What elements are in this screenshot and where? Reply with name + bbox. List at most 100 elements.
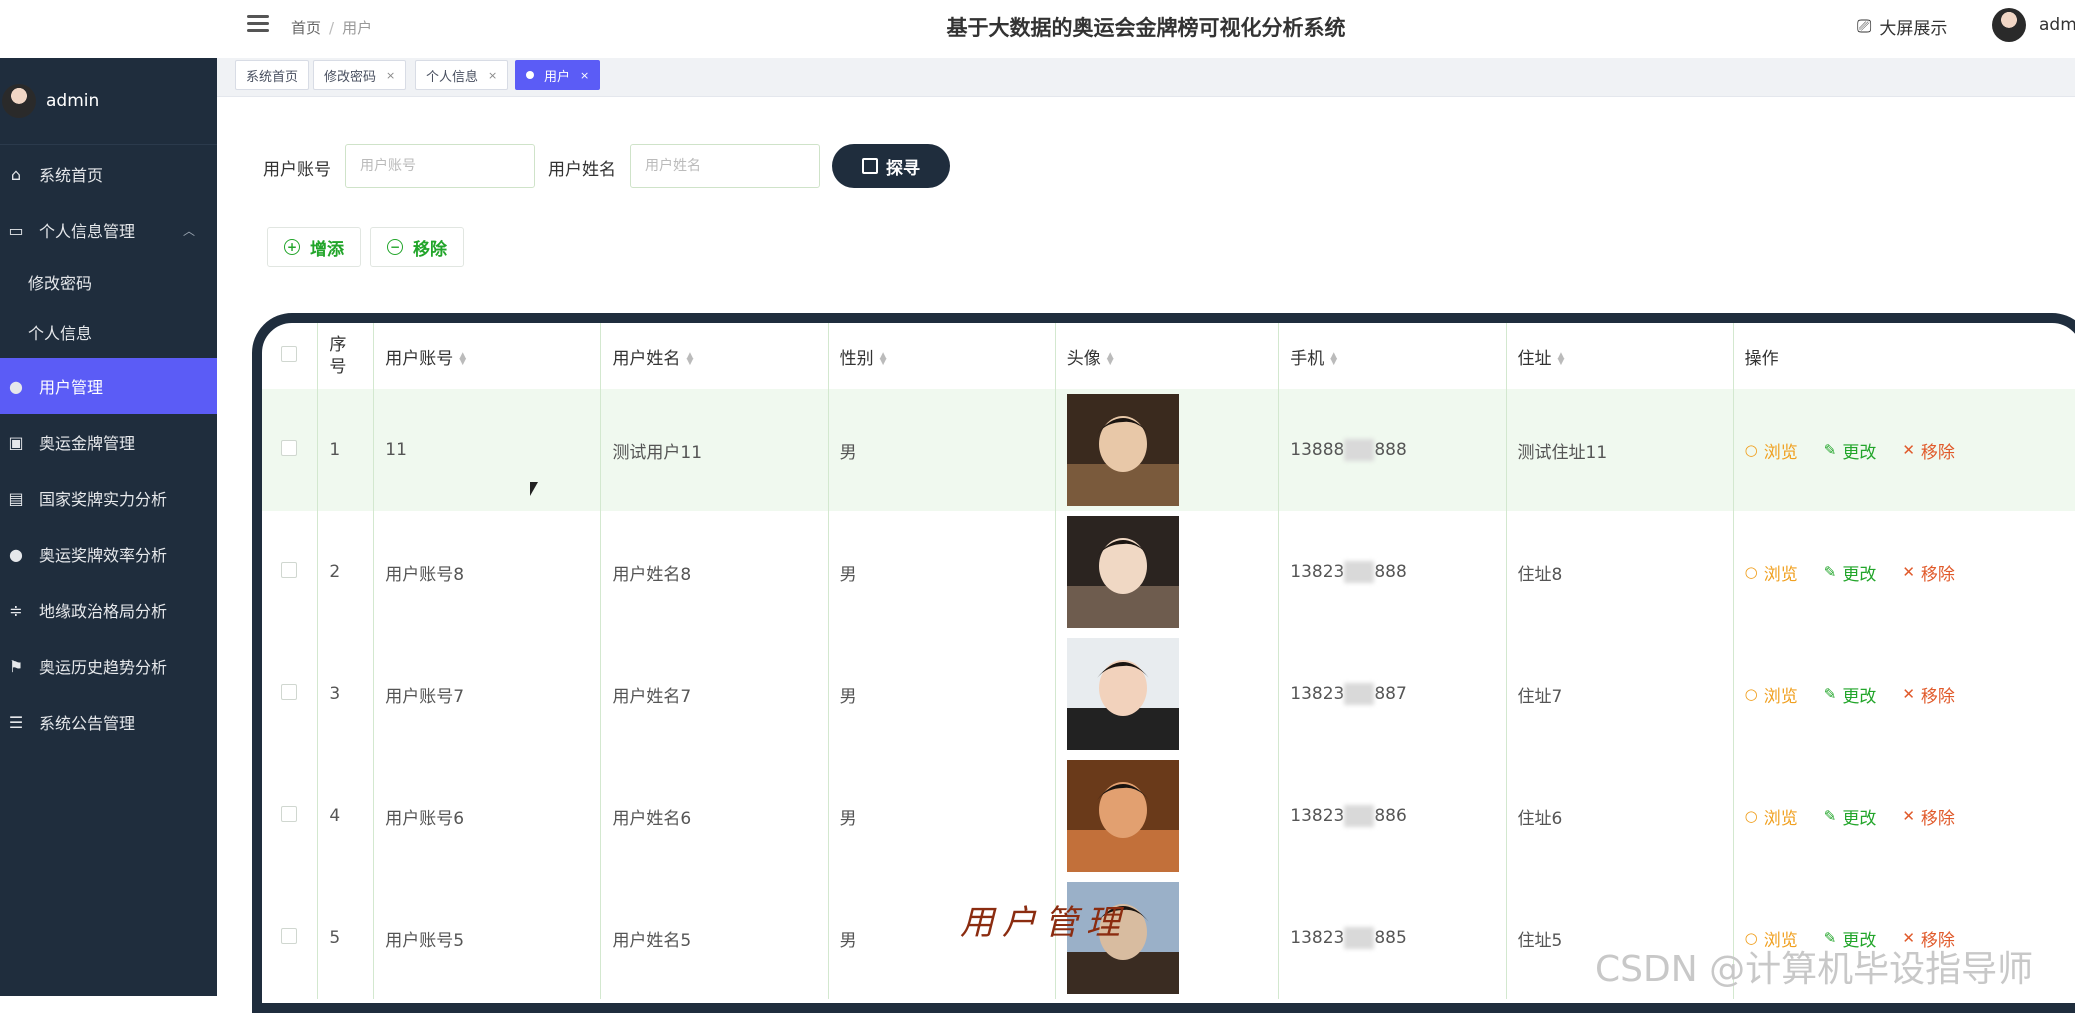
delete-label: 移除 xyxy=(1920,808,1955,829)
header-gender[interactable]: 性别 ▲ ▼ xyxy=(827,323,1056,389)
name-input[interactable] xyxy=(630,144,820,188)
delete-button[interactable]: ✕ 移除 xyxy=(1902,682,1955,707)
add-button[interactable]: + 增添 xyxy=(267,227,361,267)
edit-button[interactable]: ✎ 更改 xyxy=(1824,438,1877,463)
account-label: 用户账号 xyxy=(263,160,331,180)
cell-account: 用户账号7 xyxy=(373,633,601,755)
delete-button[interactable]: ✕ 移除 xyxy=(1902,804,1955,829)
edit-button[interactable]: ✎ 更改 xyxy=(1824,804,1877,829)
tab-change-password[interactable]: 修改密码 × xyxy=(313,60,407,90)
header-label: 序号 xyxy=(329,335,347,377)
row-select-cell[interactable] xyxy=(262,511,318,633)
sort-icon[interactable]: ▲ ▼ xyxy=(1558,351,1565,366)
select-all-cell[interactable] xyxy=(262,323,318,389)
table-row[interactable]: 3 用户账号7 用户姓名7 男 13823 887 住址7 ○ 浏览 ✎ 更改 ✕ 移除 xyxy=(262,633,2075,755)
sort-icon[interactable]: ▲ ▼ xyxy=(686,351,693,366)
delete-label: 移除 xyxy=(1920,442,1955,463)
sidebar-item-users[interactable]: ● 用户管理 xyxy=(0,358,217,414)
cell-avatar xyxy=(1054,511,1279,633)
watermark: CSDN @计算机毕设指导师 xyxy=(1595,949,2034,990)
edit-button[interactable]: ✎ 更改 xyxy=(1824,682,1877,707)
close-icon[interactable]: × xyxy=(580,69,589,82)
row-checkbox[interactable] xyxy=(281,927,297,944)
row-select-cell[interactable] xyxy=(262,633,318,755)
sidebar-item-medals[interactable]: ▣ 奥运金牌管理 xyxy=(0,414,217,470)
cell-address: 测试住址11 xyxy=(1505,389,1734,511)
header-phone[interactable]: 手机 ▲ ▼ xyxy=(1278,323,1507,389)
phone-suffix: 885 xyxy=(1374,928,1407,948)
header-account[interactable]: 用户账号 ▲ ▼ xyxy=(373,323,601,389)
view-button[interactable]: ○ 浏览 xyxy=(1745,804,1798,829)
sidebar-item-geopolitics[interactable]: ≑ 地缘政治格局分析 xyxy=(0,582,217,638)
delete-label: 移除 xyxy=(1920,564,1955,585)
big-screen-button[interactable]: ⎚ 大屏展示 xyxy=(1857,14,1947,39)
close-icon[interactable]: × xyxy=(488,69,497,82)
sidebar-item-label: 地缘政治格局分析 xyxy=(39,602,168,621)
remove-button[interactable]: − 移除 xyxy=(370,227,464,267)
delete-button[interactable]: ✕ 移除 xyxy=(1902,560,1955,585)
cell-no: 1 xyxy=(317,389,374,511)
row-select-cell[interactable] xyxy=(262,755,318,877)
user-icon: ● xyxy=(9,376,23,396)
cell-avatar xyxy=(1054,389,1279,511)
sidebar-item-personal[interactable]: ▭ 个人信息管理 ︿ xyxy=(0,202,217,258)
header-name[interactable]: 用户姓名 ▲ ▼ xyxy=(600,323,829,389)
sidebar-item-profile[interactable]: 个人信息 xyxy=(0,304,217,360)
header-avatar[interactable]: 头像 ▲ ▼ xyxy=(1054,323,1279,389)
sort-icon[interactable]: ▲ ▼ xyxy=(1107,351,1114,366)
row-checkbox[interactable] xyxy=(281,683,297,700)
header-actions: 操作 xyxy=(1732,323,2075,389)
cell-account: 用户账号5 xyxy=(373,877,601,999)
user-photo[interactable] xyxy=(1066,516,1179,628)
header-username[interactable]: adm xyxy=(2039,15,2075,35)
sidebar-item-announcements[interactable]: ☰ 系统公告管理 xyxy=(0,694,217,750)
view-label: 浏览 xyxy=(1763,564,1798,585)
table-row[interactable]: 4 用户账号6 用户姓名6 男 13823 886 住址6 ○ 浏览 ✎ 更改 ✕ 移除 xyxy=(262,755,2075,877)
cell-no: 5 xyxy=(317,877,374,999)
sidebar-item-label: 奥运金牌管理 xyxy=(39,434,136,453)
search-button[interactable]: 探寻 xyxy=(832,144,950,188)
account-input[interactable] xyxy=(345,144,535,188)
view-button[interactable]: ○ 浏览 xyxy=(1745,560,1798,585)
bulb-icon: ● xyxy=(9,544,23,564)
user-photo[interactable] xyxy=(1066,394,1179,506)
close-icon[interactable]: × xyxy=(386,69,395,82)
header-address[interactable]: 住址 ▲ ▼ xyxy=(1505,323,1734,389)
tab-label: 修改密码 xyxy=(324,69,377,85)
phone-suffix: 887 xyxy=(1374,684,1407,704)
sort-icon[interactable]: ▲ ▼ xyxy=(459,351,466,366)
cell-gender: 男 xyxy=(827,389,1056,511)
tab-users[interactable]: 用户 × xyxy=(515,60,601,90)
sort-icon[interactable]: ▲ ▼ xyxy=(880,351,887,366)
sidebar-item-change-password[interactable]: 修改密码 xyxy=(0,254,217,310)
select-all-checkbox[interactable] xyxy=(281,345,297,362)
active-dot-icon xyxy=(526,71,534,79)
sidebar-item-home[interactable]: ⌂ 系统首页 xyxy=(0,146,217,202)
cell-gender: 男 xyxy=(827,633,1056,755)
header-label: 用户账号 xyxy=(385,348,454,369)
sidebar-item-label: 奥运历史趋势分析 xyxy=(39,658,168,677)
table-row[interactable]: 2 用户账号8 用户姓名8 男 13823 888 住址8 ○ 浏览 ✎ 更改 ✕ 移除 xyxy=(262,511,2075,633)
view-button[interactable]: ○ 浏览 xyxy=(1745,682,1798,707)
delete-button[interactable]: ✕ 移除 xyxy=(1902,438,1955,463)
header-avatar[interactable] xyxy=(1992,8,2026,42)
row-checkbox[interactable] xyxy=(281,805,297,822)
row-select-cell[interactable] xyxy=(262,389,318,511)
row-checkbox[interactable] xyxy=(281,561,297,578)
edit-button[interactable]: ✎ 更改 xyxy=(1824,560,1877,585)
sidebar-item-country-strength[interactable]: ▤ 国家奖牌实力分析 xyxy=(0,470,217,526)
tab-home[interactable]: 系统首页 xyxy=(235,60,310,90)
sidebar-item-history[interactable]: ⚑ 奥运历史趋势分析 xyxy=(0,638,217,694)
sort-icon[interactable]: ▲ ▼ xyxy=(1330,351,1337,366)
cell-gender: 男 xyxy=(827,511,1056,633)
user-photo[interactable] xyxy=(1066,638,1179,750)
clipboard-icon: ▣ xyxy=(8,432,24,452)
view-button[interactable]: ○ 浏览 xyxy=(1745,438,1798,463)
row-select-cell[interactable] xyxy=(262,877,318,999)
tab-profile[interactable]: 个人信息 × xyxy=(415,60,509,90)
cell-actions: ○ 浏览 ✎ 更改 ✕ 移除 xyxy=(1732,755,2075,877)
sidebar-item-efficiency[interactable]: ● 奥运奖牌效率分析 xyxy=(0,526,217,582)
user-photo[interactable] xyxy=(1066,760,1179,872)
row-checkbox[interactable] xyxy=(281,439,297,456)
cell-name: 用户姓名6 xyxy=(600,755,829,877)
